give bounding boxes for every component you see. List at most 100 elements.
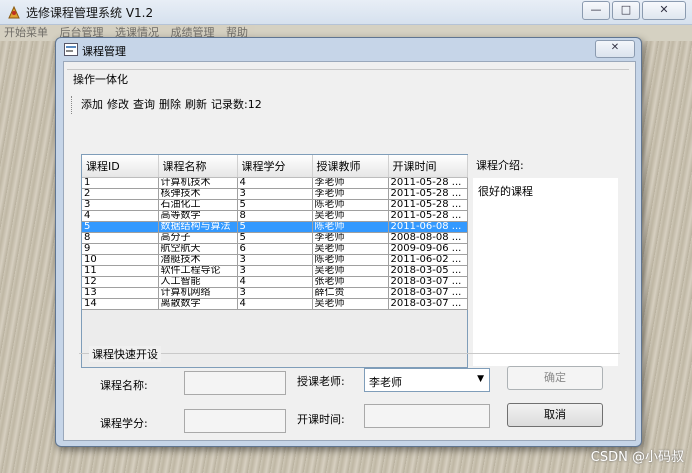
dialog-close-button[interactable]: ✕	[595, 40, 635, 58]
table-header-row: 课程ID 课程名称 课程学分 授课教师 开课时间	[82, 155, 468, 178]
cell-credit: 3	[237, 188, 313, 200]
cell-date: 2009-09-06 ...	[388, 243, 468, 255]
table-row[interactable]: 13 计算机网络 3 薛仁贵 2018-03-07 ...	[82, 287, 468, 299]
cell-date: 2018-03-07 ...	[388, 298, 468, 310]
menu-start[interactable]: 开始菜单	[0, 25, 52, 41]
intro-textarea[interactable]: 很好的课程	[473, 178, 618, 366]
cell-id: 13	[82, 287, 159, 299]
table-row[interactable]: 10 潜艇技术 3 陈老师 2011-06-02 ...	[82, 254, 468, 266]
cell-teacher: 张老师	[312, 276, 389, 288]
intro-text: 很好的课程	[478, 185, 533, 198]
query-button[interactable]: 查询	[133, 96, 155, 114]
quick-create-group: 课程快速开设 课程名称: 课程学分: 授课老师: 李老师 ▼ 开课时间: 确定 …	[79, 346, 620, 440]
cell-name: 软件工程导论	[158, 265, 238, 277]
course-name-input[interactable]	[184, 371, 286, 395]
cell-name: 高分子	[158, 232, 238, 244]
app-icon	[8, 5, 20, 19]
toolbar-grip[interactable]	[71, 96, 75, 114]
cell-id: 5	[82, 221, 159, 233]
cell-id: 1	[82, 177, 159, 189]
col-header-teacher[interactable]: 授课教师	[312, 155, 389, 178]
cell-teacher: 陈老师	[312, 254, 389, 266]
add-button[interactable]: 添加	[81, 96, 103, 114]
cell-credit: 5	[237, 221, 313, 233]
cell-credit: 3	[237, 265, 313, 277]
cell-name: 高等数学	[158, 210, 238, 222]
dialog-icon	[64, 43, 78, 56]
table-row[interactable]: 3 石油化工 5 陈老师 2011-05-28 ...	[82, 199, 468, 211]
close-button[interactable]: ✕	[642, 1, 686, 20]
edit-button[interactable]: 修改	[107, 96, 129, 114]
cell-id: 2	[82, 188, 159, 200]
cell-date: 2008-08-08 ...	[388, 232, 468, 244]
cell-credit: 8	[237, 210, 313, 222]
cell-date: 2011-06-08 ...	[388, 221, 468, 233]
quick-group-title: 课程快速开设	[89, 346, 161, 362]
start-time-input[interactable]	[364, 404, 490, 428]
confirm-button[interactable]: 确定	[507, 366, 603, 390]
cell-credit: 3	[237, 254, 313, 266]
cell-teacher: 吴老师	[312, 298, 389, 310]
cell-teacher: 陈老师	[312, 199, 389, 211]
cell-name: 离散数学	[158, 298, 238, 310]
course-name-label: 课程名称:	[100, 379, 148, 392]
cell-date: 2018-03-05 ...	[388, 265, 468, 277]
table-row[interactable]: 14 离散数学 4 吴老师 2018-03-07 ...	[82, 298, 468, 310]
cell-id: 8	[82, 232, 159, 244]
main-titlebar: 选修课程管理系统 V1.2 — □ ✕	[0, 0, 692, 25]
cell-credit: 3	[237, 287, 313, 299]
maximize-button[interactable]: □	[612, 1, 640, 20]
dropdown-arrow-icon: ▼	[477, 374, 484, 384]
table-row[interactable]: 4 高等数学 8 吴老师 2011-05-28 ...	[82, 210, 468, 222]
toolbar: 添加 修改 查询 删除 刷新 记录数:12	[71, 96, 262, 114]
col-header-credit[interactable]: 课程学分	[237, 155, 313, 178]
delete-button[interactable]: 删除	[159, 96, 181, 114]
cell-teacher: 吴老师	[312, 243, 389, 255]
cell-credit: 5	[237, 199, 313, 211]
cell-teacher: 薛仁贵	[312, 287, 389, 299]
cell-date: 2011-05-28 ...	[388, 199, 468, 211]
course-management-dialog: 课程管理 ✕ 操作一体化 添加 修改 查询 删除 刷新 记录数:12 课程ID …	[55, 37, 642, 447]
cell-name: 核弹技术	[158, 188, 238, 200]
table-row[interactable]: 9 航空航天 6 吴老师 2009-09-06 ...	[82, 243, 468, 255]
cell-credit: 5	[237, 232, 313, 244]
cell-credit: 6	[237, 243, 313, 255]
cancel-button[interactable]: 取消	[507, 403, 603, 427]
record-count: 记录数:12	[211, 98, 262, 111]
minimize-button[interactable]: —	[582, 1, 610, 20]
course-credit-input[interactable]	[184, 409, 286, 433]
cell-date: 2011-06-02 ...	[388, 254, 468, 266]
cell-name: 石油化工	[158, 199, 238, 211]
cell-credit: 4	[237, 298, 313, 310]
cell-name: 计算机技术	[158, 177, 238, 189]
cell-id: 14	[82, 298, 159, 310]
cell-date: 2011-05-28 ...	[388, 177, 468, 189]
course-table[interactable]: 课程ID 课程名称 课程学分 授课教师 开课时间 1 计算机技术 4 李老师 2011-…	[81, 154, 468, 368]
table-row[interactable]: 2 核弹技术 3 李老师 2011-05-28 ...	[82, 188, 468, 200]
cell-credit: 4	[237, 177, 313, 189]
cell-id: 10	[82, 254, 159, 266]
cell-name: 航空航天	[158, 243, 238, 255]
cell-id: 4	[82, 210, 159, 222]
table-row[interactable]: 5 数据结构与算法 5 陈老师 2011-06-08 ...	[82, 221, 468, 233]
dialog-titlebar: 课程管理 ✕	[56, 38, 641, 60]
cell-teacher: 李老师	[312, 232, 389, 244]
cell-id: 11	[82, 265, 159, 277]
cell-date: 2011-05-28 ...	[388, 210, 468, 222]
col-header-id[interactable]: 课程ID	[82, 155, 159, 178]
cell-name: 人工智能	[158, 276, 238, 288]
col-header-date[interactable]: 开课时间	[388, 155, 468, 178]
cell-id: 12	[82, 276, 159, 288]
table-row[interactable]: 8 高分子 5 李老师 2008-08-08 ...	[82, 232, 468, 244]
cell-name: 潜艇技术	[158, 254, 238, 266]
teacher-label: 授课老师:	[297, 375, 345, 388]
table-row[interactable]: 12 人工智能 4 张老师 2018-03-07 ...	[82, 276, 468, 288]
table-row[interactable]: 1 计算机技术 4 李老师 2011-05-28 ...	[82, 177, 468, 189]
table-row[interactable]: 11 软件工程导论 3 吴老师 2018-03-05 ...	[82, 265, 468, 277]
col-header-name[interactable]: 课程名称	[158, 155, 238, 178]
refresh-button[interactable]: 刷新	[185, 96, 207, 114]
teacher-select[interactable]: 李老师 ▼	[364, 368, 490, 392]
watermark: CSDN @小码叔	[590, 450, 684, 465]
cell-teacher: 吴老师	[312, 210, 389, 222]
cell-name: 计算机网络	[158, 287, 238, 299]
